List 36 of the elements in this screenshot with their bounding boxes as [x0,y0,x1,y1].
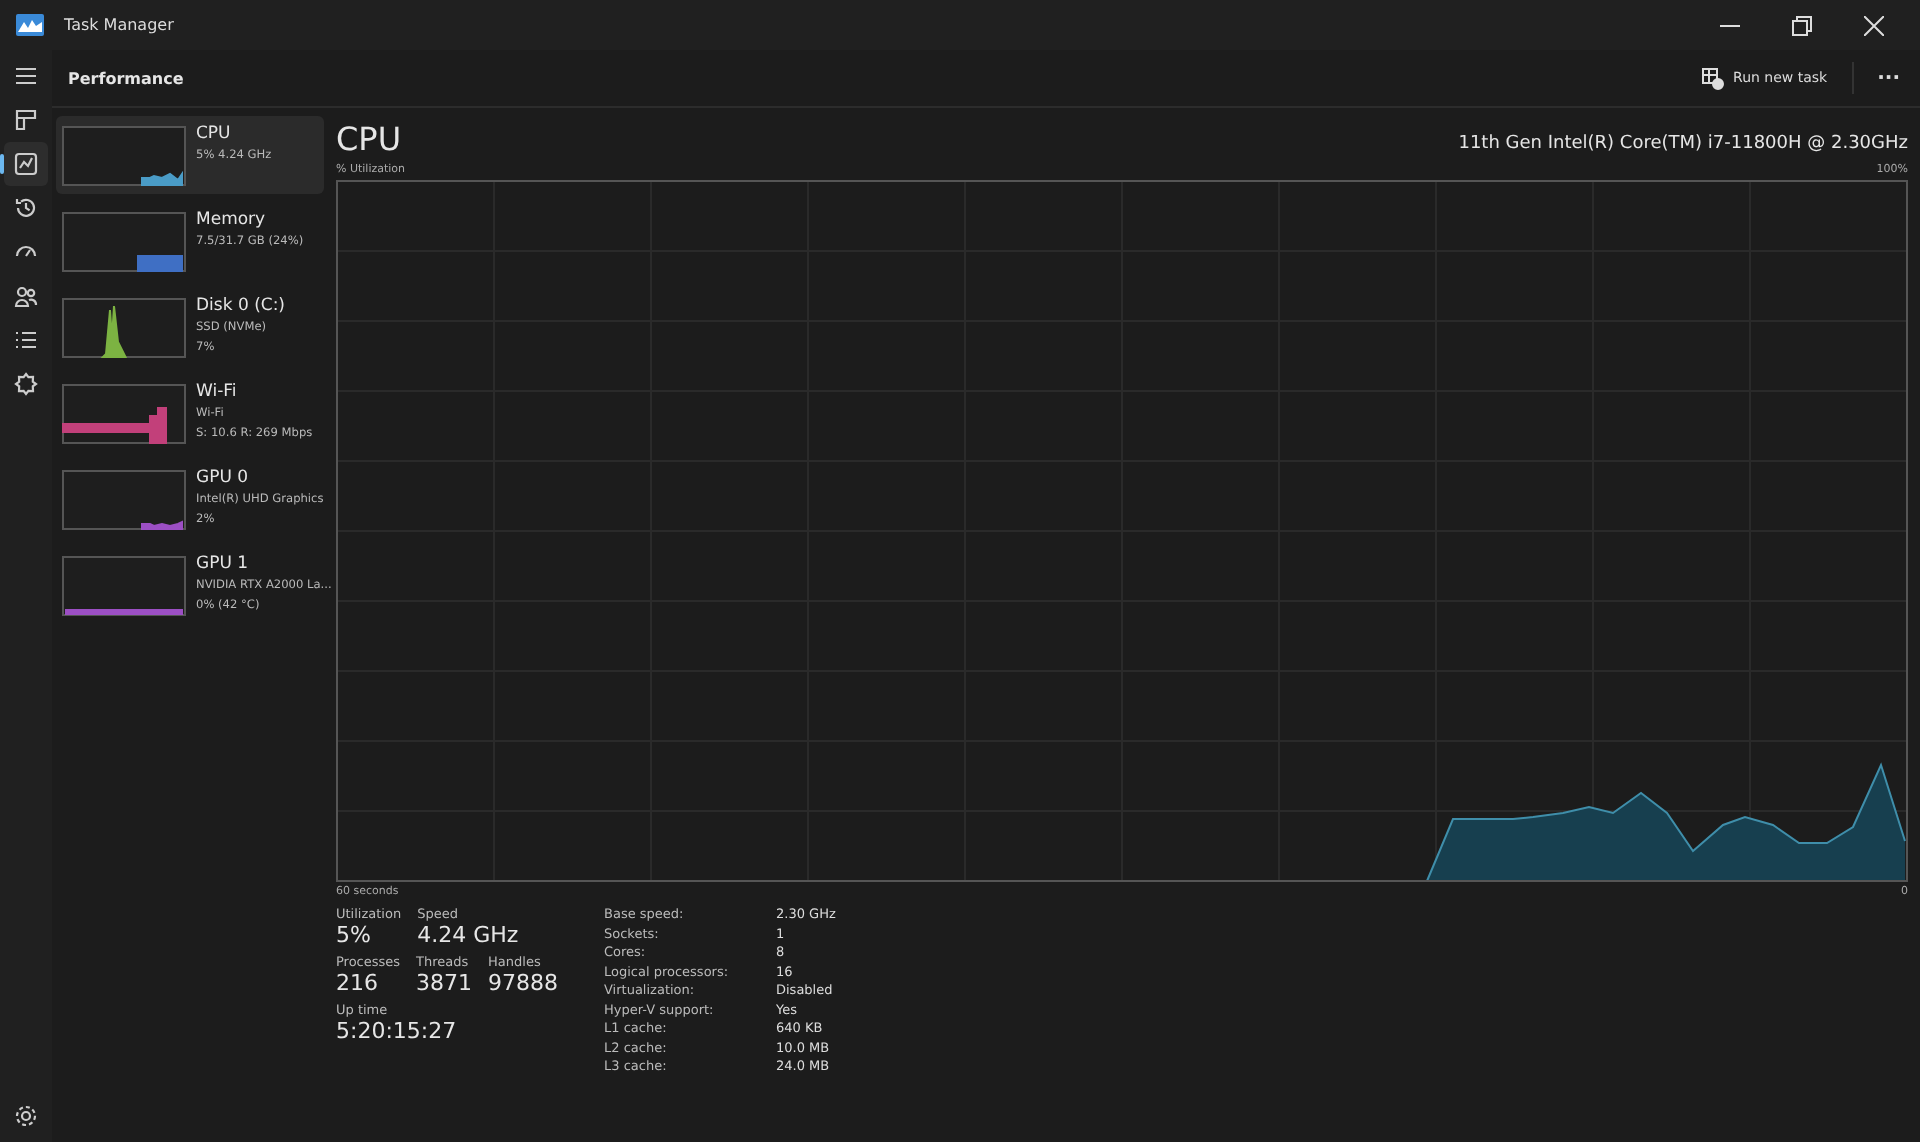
device-name: Wi-Fi [196,382,239,404]
device-name: Disk 0 (C:) [196,296,286,318]
device-name: CPU [196,124,233,146]
processes-icon [14,108,38,132]
mini-graph [62,126,186,186]
app-logo-icon [16,14,44,36]
menu-icon [14,64,38,88]
page-title: Performance [68,69,184,87]
history-icon [14,196,38,220]
device-name: GPU 1 [196,554,251,576]
stat-value: 3871 [416,970,473,996]
device-name: Memory [196,210,268,232]
more-options-button[interactable]: ··· [1865,59,1912,97]
processor-model: 11th Gen Intel(R) Core(TM) i7-11800H @ 2.30GHz [1458,134,1908,158]
settings-icon [14,1104,38,1128]
performance-icon [14,152,38,176]
stat-value: 216 [336,970,380,996]
stat-value: 5% [336,922,373,948]
mini-graph [62,470,186,530]
mini-graph [62,384,186,444]
services-icon [14,372,38,396]
stat-value: 5:20:15:27 [336,1018,457,1044]
mini-graph [62,212,186,272]
users-icon [14,284,38,308]
close-icon[interactable] [1864,15,1884,35]
window-title: Task Manager [64,16,174,34]
details-icon [14,328,38,352]
new-task-icon [1701,67,1724,89]
stat-value: 97888 [488,970,559,996]
mini-graph [62,298,186,358]
device-name: GPU 0 [196,468,251,490]
performance-nav-button[interactable] [4,142,48,186]
mini-graph [62,556,186,616]
restore-icon[interactable] [1792,15,1812,35]
cpu-heading: CPU [336,120,402,160]
stat-value: 4.24 GHz [417,922,519,948]
